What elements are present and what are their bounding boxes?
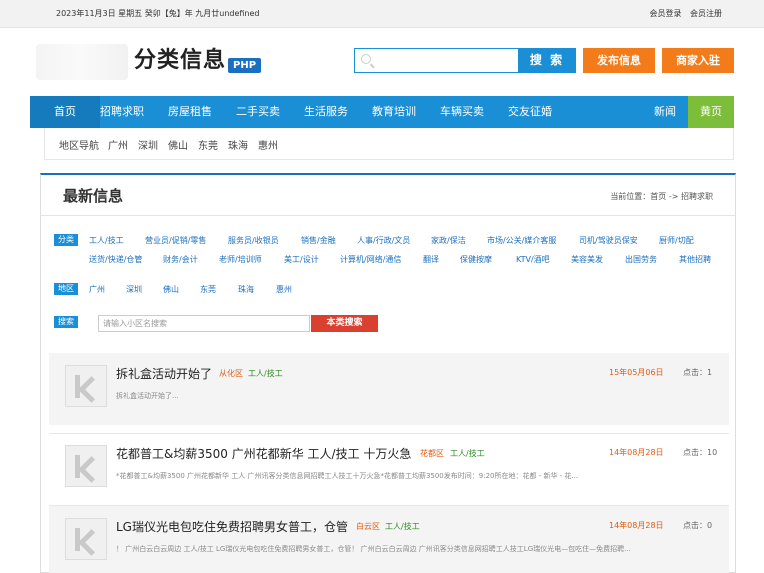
region-filter-link[interactable]: 佛山: [163, 284, 179, 295]
divider: [41, 215, 735, 216]
listing-thumbnail[interactable]: [65, 365, 107, 407]
list-item[interactable]: LG瑞仪光电包吃住免费招聘男女普工，仓管 白云区 工人/技工 14年08月28日…: [49, 506, 729, 573]
category-link[interactable]: 其他招聘: [679, 254, 711, 265]
listing-hits: 点击：1: [683, 368, 713, 377]
keyword-search-input[interactable]: 请输入小区名搜索: [98, 315, 310, 332]
category-search-button[interactable]: 本类搜索: [311, 315, 378, 332]
panel-title: 最新信息: [63, 187, 124, 205]
region-filter-link[interactable]: 惠州: [276, 284, 292, 295]
category-link[interactable]: 保健按摩: [460, 254, 492, 265]
header: 分类信息 PHP 搜 索 发布信息 商家入驻: [0, 28, 764, 96]
listing-date: 15年05月06日: [609, 368, 664, 377]
nav-item-secondhand[interactable]: 二手买卖: [236, 96, 280, 128]
listing-hits: 点击：10: [683, 448, 718, 457]
login-link[interactable]: 会员登录: [649, 9, 681, 18]
listing-title[interactable]: LG瑞仪光电包吃住免费招聘男女普工，仓管: [116, 518, 348, 535]
listing-title[interactable]: 拆礼盒活动开始了: [116, 365, 212, 382]
nav-item-dating[interactable]: 交友征婚: [508, 96, 552, 128]
listing-thumbnail[interactable]: [65, 445, 107, 487]
listing-hits: 点击：0: [683, 521, 713, 530]
listing-thumbnail[interactable]: [65, 518, 107, 560]
region-link-huizhou[interactable]: 惠州: [258, 137, 278, 152]
site-logo[interactable]: 分类信息: [134, 42, 226, 74]
region-filter-link[interactable]: 深圳: [126, 284, 142, 295]
top-bar: 2023年11月3日 星期五 癸卯【兔】年 九月廿undefined 会员登录 …: [0, 0, 764, 28]
search-button[interactable]: 搜 索: [518, 48, 576, 73]
category-link[interactable]: 计算机/网络/通信: [340, 254, 401, 265]
listing-area[interactable]: 从化区: [219, 368, 243, 379]
account-links: 会员登录 会员注册: [643, 8, 722, 19]
search-tag: 搜索: [54, 316, 78, 328]
list-item[interactable]: 花都普工&均薪3500 广州花都新华 工人/技工 十万火急 花都区 工人/技工 …: [49, 433, 729, 505]
listing-area[interactable]: 花都区: [420, 448, 444, 459]
list-item[interactable]: 拆礼盒活动开始了 从化区 工人/技工 15年05月06日 点击：1 拆礼盒活动开…: [49, 353, 729, 425]
region-tag: 地区: [54, 283, 78, 295]
category-link[interactable]: 送货/快递/仓管: [89, 254, 142, 265]
category-link[interactable]: 营业员/促销/零售: [145, 235, 206, 246]
search-icon: [361, 54, 371, 64]
nav-item-jobs[interactable]: 招聘求职: [100, 96, 144, 128]
region-filter-link[interactable]: 珠海: [238, 284, 254, 295]
category-link[interactable]: 人事/行政/文员: [357, 235, 410, 246]
region-link-shenzhen[interactable]: 深圳: [138, 137, 158, 152]
nav-item-home[interactable]: 首页: [30, 96, 100, 128]
category-link[interactable]: 翻译: [423, 254, 439, 265]
nav-item-yellow-pages[interactable]: 黄页: [688, 96, 734, 128]
listing-title[interactable]: 花都普工&均薪3500 广州花都新华 工人/技工 十万火急: [116, 445, 411, 462]
region-link-zhuhai[interactable]: 珠海: [228, 137, 248, 152]
search-box: [354, 48, 519, 73]
region-link-guangzhou[interactable]: 广州: [108, 137, 128, 152]
category-link[interactable]: 服务员/收银员: [228, 235, 279, 246]
post-info-button[interactable]: 发布信息: [583, 48, 655, 73]
category-link[interactable]: 厨师/切配: [659, 235, 694, 246]
nav-item-news[interactable]: 新闻: [642, 96, 688, 128]
category-link[interactable]: 家政/保洁: [431, 235, 466, 246]
listing-description: 拆礼盒活动开始了...: [116, 392, 179, 400]
listing-category[interactable]: 工人/技工: [248, 368, 283, 379]
listing-description: ！ 广州白云白云周边 工人/技工 LG瑞仪光电包吃住免费招聘男女普工，仓管！ 广…: [116, 545, 631, 553]
register-link[interactable]: 会员注册: [690, 9, 722, 18]
region-filter-link[interactable]: 东莞: [200, 284, 216, 295]
category-link[interactable]: 司机/驾驶员保安: [579, 235, 638, 246]
category-link[interactable]: 销售/金融: [301, 235, 336, 246]
nav-item-services[interactable]: 生活服务: [304, 96, 348, 128]
category-link[interactable]: 市场/公关/媒介客服: [487, 235, 556, 246]
breadcrumb: 当前位置：首页 -> 招聘求职: [610, 192, 713, 201]
region-link-foshan[interactable]: 佛山: [168, 137, 188, 152]
region-nav: 地区导航 广州 深圳 佛山 东莞 珠海 惠州: [44, 128, 734, 160]
region-filter-link[interactable]: 广州: [89, 284, 105, 295]
category-tag: 分类: [54, 234, 78, 246]
listing-area[interactable]: 白云区: [356, 521, 380, 532]
nav-item-vehicles[interactable]: 车辆买卖: [440, 96, 484, 128]
listing-category[interactable]: 工人/技工: [450, 448, 485, 459]
category-link[interactable]: 老师/培训师: [219, 254, 262, 265]
nav-item-housing[interactable]: 房屋租售: [168, 96, 212, 128]
region-nav-label: 地区导航: [59, 141, 99, 152]
current-date: 2023年11月3日 星期五 癸卯【兔】年 九月廿undefined: [56, 9, 260, 18]
main-nav: 首页 招聘求职 房屋租售 二手买卖 生活服务 教育培训 车辆买卖 交友征婚 新闻…: [30, 96, 734, 128]
category-link[interactable]: 财务/会计: [163, 254, 198, 265]
logo-image: [36, 44, 128, 80]
nav-item-education[interactable]: 教育培训: [372, 96, 416, 128]
merchant-join-button[interactable]: 商家入驻: [662, 48, 734, 73]
latest-info-panel: 最新信息 当前位置：首页 -> 招聘求职 分类 工人/技工 营业员/促销/零售 …: [40, 173, 736, 573]
logo-badge: PHP: [228, 58, 262, 73]
category-link[interactable]: 出国劳务: [625, 254, 657, 265]
region-link-dongguan[interactable]: 东莞: [198, 137, 218, 152]
category-link[interactable]: KTV/酒吧: [516, 254, 550, 265]
category-link[interactable]: 美工/设计: [284, 254, 319, 265]
listing-date: 14年08月28日: [609, 448, 664, 457]
listing-description: *花都普工&均薪3500 广州花都新华 工人 广州讯客分类信息网招聘工人技工十万…: [116, 472, 579, 480]
listing-date: 14年08月28日: [609, 521, 664, 530]
category-link[interactable]: 美容美发: [571, 254, 603, 265]
search-input[interactable]: [377, 52, 512, 70]
listing-category[interactable]: 工人/技工: [385, 521, 420, 532]
category-link[interactable]: 工人/技工: [89, 235, 124, 246]
